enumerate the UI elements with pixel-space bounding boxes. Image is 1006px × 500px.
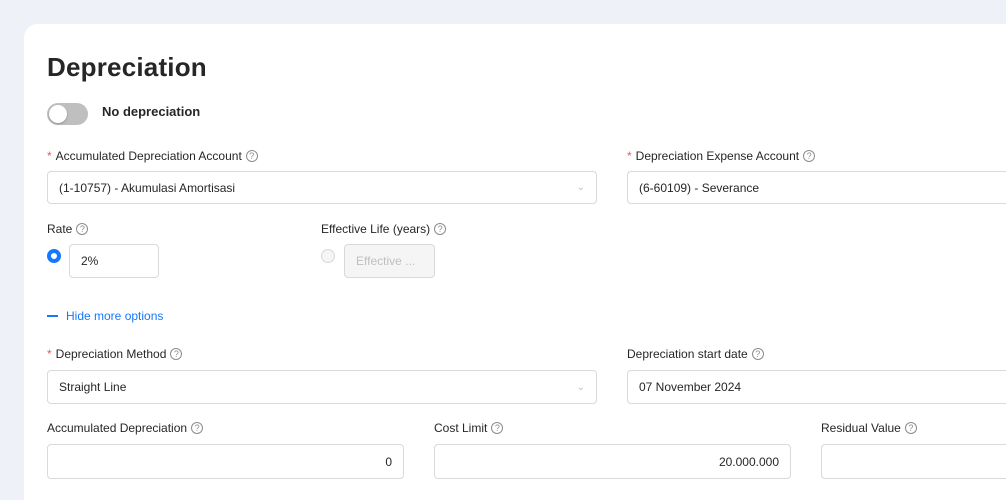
help-icon[interactable]: ? [751,348,764,360]
help-icon[interactable]: ? [491,422,504,434]
cost-limit-label: Cost Limit ? [434,421,504,435]
rate-radio[interactable] [47,249,61,263]
required-marker: * [47,149,52,163]
help-icon[interactable]: ? [76,223,89,235]
help-icon[interactable]: ? [803,150,816,162]
effective-life-input[interactable]: Effective ... [344,244,435,278]
expense-account-label: * Depreciation Expense Account ? [627,149,816,163]
accumulated-account-select[interactable]: (1-10757) - Akumulasi Amortisasi ⌄ [47,171,597,204]
rate-label: Rate ? [47,222,89,236]
help-icon[interactable]: ? [191,422,204,434]
expense-account-label-text: Depreciation Expense Account [635,149,800,163]
effective-life-label: Effective Life (years) ? [321,222,447,236]
chevron-down-icon: ⌄ [576,381,585,393]
section-title: Depreciation [47,52,207,82]
effective-life-label-text: Effective Life (years) [321,222,431,236]
expense-account-select[interactable]: (6-60109) - Severance [627,171,1006,204]
rate-label-text: Rate [47,222,73,236]
no-depreciation-label: No depreciation [102,104,201,119]
help-icon[interactable]: ? [170,348,183,360]
residual-value-input[interactable] [821,444,1006,479]
toggle-knob [49,105,67,123]
rate-input[interactable]: 2% [69,244,159,278]
method-label-text: Depreciation Method [55,347,167,361]
accumulated-depreciation-input[interactable]: 0 [47,444,404,479]
cost-limit-value: 20.000.000 [718,454,779,469]
start-date-label-text: Depreciation start date [627,347,748,361]
help-icon[interactable]: ? [434,223,447,235]
start-date-label: Depreciation start date ? [627,347,764,361]
chevron-down-icon: ⌄ [576,182,585,193]
required-marker: * [627,149,632,163]
effective-life-placeholder: Effective ... [356,254,416,268]
hide-more-options-text: Hide more options [66,309,164,323]
accumulated-account-value: (1-10757) - Akumulasi Amortisasi [59,180,236,195]
accumulated-depreciation-value: 0 [385,454,392,469]
residual-value-label: Residual Value ? [821,421,917,435]
start-date-value: 07 November 2024 [639,380,742,394]
accumulated-account-label-text: Accumulated Depreciation Account [55,149,242,163]
help-icon[interactable]: ? [904,422,917,434]
accumulated-depreciation-label: Accumulated Depreciation ? [47,421,204,435]
start-date-picker[interactable]: 07 November 2024 [627,370,1006,404]
method-label: * Depreciation Method ? [47,347,183,361]
hide-more-options-link[interactable]: Hide more options [47,309,163,323]
residual-value-label-text: Residual Value [821,421,901,435]
method-select[interactable]: Straight Line ⌄ [47,370,597,404]
cost-limit-input[interactable]: 20.000.000 [434,444,791,479]
rate-value: 2% [81,254,99,268]
accumulated-account-label: * Accumulated Depreciation Account ? [47,149,258,163]
accumulated-depreciation-label-text: Accumulated Depreciation [47,421,188,435]
expense-account-value: (6-60109) - Severance [639,180,760,195]
required-marker: * [47,347,52,361]
minus-icon [47,315,58,317]
help-icon[interactable]: ? [245,150,258,162]
effective-life-radio[interactable] [321,249,335,263]
no-depreciation-toggle[interactable] [47,103,88,125]
method-value: Straight Line [59,380,127,394]
cost-limit-label-text: Cost Limit [434,421,488,435]
